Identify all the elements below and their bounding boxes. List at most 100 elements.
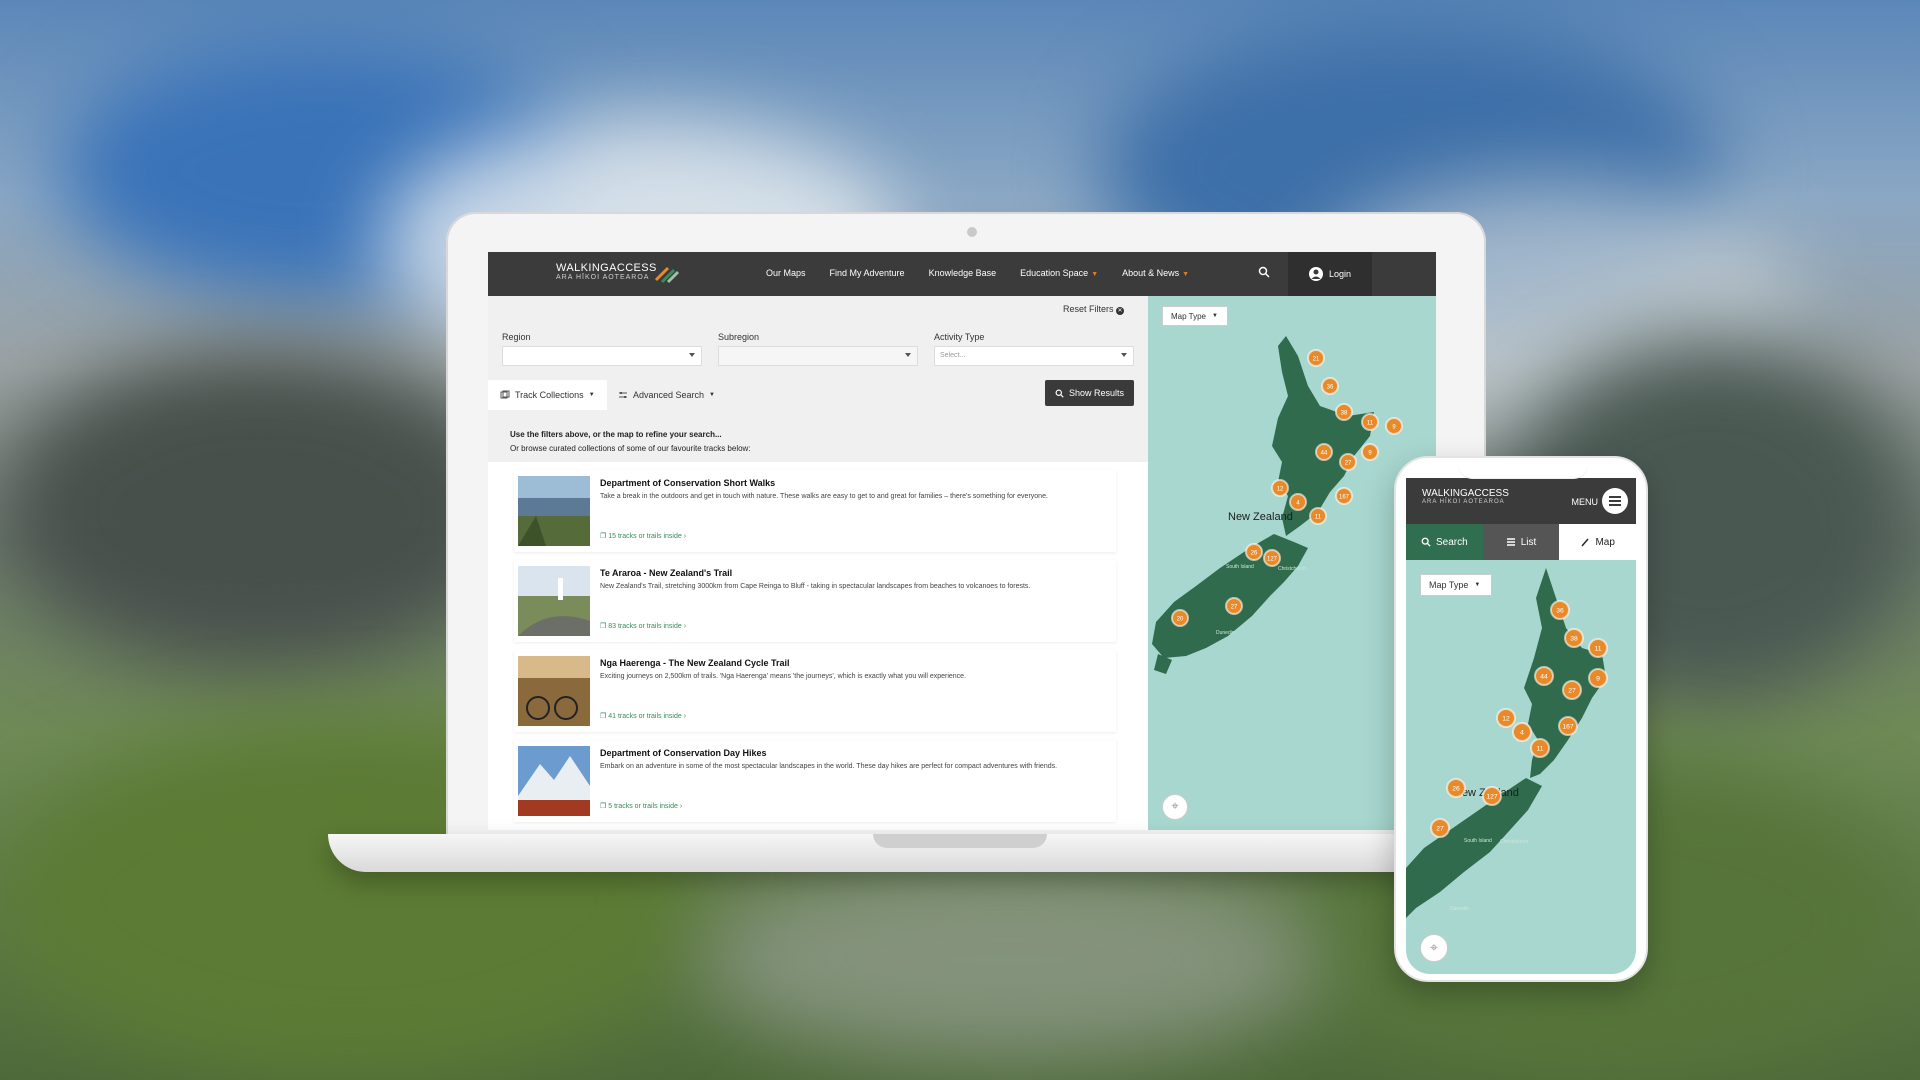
locate-icon[interactable]: ⌖ (1162, 794, 1188, 820)
cluster-count: 4 (1520, 730, 1524, 737)
cluster-count: 38 (1570, 636, 1578, 643)
island-label: South Island (1464, 838, 1492, 844)
tab-advanced-search[interactable]: Advanced Search ▼ (606, 380, 727, 410)
collection-description: New Zealand's Trail, stretching 3000km f… (600, 583, 1031, 590)
phone-notch (1458, 458, 1588, 478)
region-select[interactable] (502, 346, 702, 366)
search-icon (1055, 389, 1064, 398)
nav-find-my-adventure[interactable]: Find My Adventure (830, 268, 905, 278)
cluster-count: 9 (1596, 676, 1600, 683)
collection-link[interactable]: ❐ 15 tracks or trails inside › (600, 532, 686, 540)
intro-text: Use the filters above, or the map to ref… (510, 428, 751, 456)
collection-description: Embark on an adventure in some of the mo… (600, 763, 1058, 770)
subregion-label: Subregion (718, 332, 760, 342)
collection-icon: ❐ (600, 623, 609, 630)
activity-type-select[interactable]: Select... (934, 346, 1134, 366)
subregion-select[interactable] (718, 346, 918, 366)
cluster-count: 11 (1536, 746, 1543, 753)
collection-card[interactable]: Te Araroa - New Zealand's Trail New Zeal… (514, 560, 1116, 642)
menu-label[interactable]: MENU (1572, 497, 1599, 507)
nav-about-news[interactable]: About & News ▼ (1122, 268, 1189, 278)
city-label: Dunedin (1216, 630, 1235, 636)
map-type-select[interactable]: Map Type ▼ (1420, 574, 1492, 596)
reset-filters-button[interactable]: Reset Filters ✕ (1063, 304, 1124, 315)
south-island-shape (1406, 778, 1542, 918)
collection-link[interactable]: ❐ 41 tracks or trails inside › (600, 712, 686, 720)
collection-icon: ❐ (600, 713, 609, 720)
collection-link[interactable]: ❐ 5 tracks or trails inside › (600, 802, 682, 810)
tab-list[interactable]: List (1482, 524, 1560, 560)
login-label: Login (1328, 269, 1352, 279)
tab-map[interactable]: Map (1559, 524, 1636, 560)
search-tabs: Track Collections ▼ Advanced Search ▼ Show… (488, 380, 1148, 416)
cluster-count: 44 (1540, 674, 1548, 681)
cluster-count: 36 (1556, 608, 1564, 615)
tab-search[interactable]: Search (1406, 524, 1483, 560)
brand-name: WALKINGACCESS (1422, 488, 1509, 499)
cluster-count: 21 (1313, 357, 1320, 363)
map-pin-icon (1581, 538, 1589, 547)
login-button[interactable]: Login (1288, 252, 1372, 296)
brand-subtitle: ARA HĪKOI AOTEAROA (1422, 499, 1505, 505)
collection-icon: ❐ (600, 533, 609, 540)
city-label: Dunedin (1450, 906, 1469, 912)
collection-thumbnail (518, 656, 590, 726)
laptop-notch (873, 834, 1047, 848)
tab-track-collections[interactable]: Track Collections ▼ (488, 380, 607, 410)
cluster-count: 44 (1321, 451, 1328, 457)
cluster-count: 26 (1251, 551, 1258, 557)
nz-map: New Zealand South Island Christchurch Du… (1152, 336, 1403, 674)
phone-brand-logo[interactable]: WALKINGACCESS ARA HĪKOI AOTEAROA (1422, 488, 1509, 505)
nav-education-space[interactable]: Education Space ▼ (1020, 268, 1098, 278)
search-panel: Reset Filters ✕ Region Subregion Activit… (488, 296, 1148, 830)
search-icon (1421, 537, 1431, 547)
brand-mark-icon (654, 266, 680, 284)
map-view[interactable]: New Zealand South Island Christchurch Du… (1148, 296, 1436, 830)
cluster-count: 167 (1562, 724, 1574, 731)
map-type-select[interactable]: Map Type ▼ (1162, 306, 1228, 326)
cluster-count: 127 (1267, 557, 1278, 563)
brand-logo[interactable]: WALKINGACCESS ARA HĪKOI AOTEAROA (556, 262, 657, 281)
caret-down-icon: ▼ (1182, 271, 1190, 278)
collection-card[interactable]: Department of Conservation Day Hikes Emb… (514, 740, 1116, 822)
cluster-count: 12 (1502, 716, 1510, 723)
top-nav: WALKINGACCESS ARA HĪKOI AOTEAROA Our Map… (488, 252, 1436, 296)
brand-name: WALKINGACCESS (556, 262, 657, 274)
cluster-count: 27 (1436, 826, 1444, 833)
country-label: New Zealand (1228, 511, 1293, 523)
nav-knowledge-base[interactable]: Knowledge Base (929, 268, 997, 278)
collection-description: Exciting journeys on 2,500km of trails. … (600, 673, 967, 680)
phone-frame: New Zealand South Island Christchurch Du… (1394, 456, 1648, 982)
cluster-count: 167 (1339, 495, 1350, 501)
intro-line-2: Or browse curated collections of some of… (510, 444, 751, 453)
cluster-count: 12 (1277, 487, 1284, 493)
collection-description: Take a break in the outdoors and get in … (600, 493, 1048, 500)
activity-placeholder: Select... (940, 352, 966, 359)
show-results-button[interactable]: Show Results (1044, 380, 1134, 406)
collection-link[interactable]: ❐ 83 tracks or trails inside › (600, 622, 686, 630)
locate-icon[interactable]: ⌖ (1420, 934, 1448, 962)
phone-tabs: Search List Map (1406, 524, 1636, 560)
sliders-icon (619, 392, 627, 398)
south-island-shape (1152, 534, 1308, 658)
cluster-count: 27 (1231, 605, 1238, 611)
collection-card[interactable]: Department of Conservation Short Walks T… (514, 470, 1116, 552)
collection-card[interactable]: Nga Haerenga - The New Zealand Cycle Tra… (514, 650, 1116, 732)
laptop-screen: WALKINGACCESS ARA HĪKOI AOTEAROA Our Map… (488, 252, 1436, 830)
search-icon[interactable] (1258, 266, 1270, 278)
caret-down-icon: ▼ (1091, 271, 1099, 278)
cluster-count: 11 (1315, 515, 1322, 521)
cluster-count: 11 (1594, 646, 1601, 653)
nav-our-maps[interactable]: Our Maps (766, 268, 806, 278)
phone-screen: New Zealand South Island Christchurch Du… (1406, 478, 1636, 974)
cluster-count: 11 (1367, 421, 1374, 427)
cluster-count: 27 (1568, 688, 1576, 695)
collection-title: Department of Conservation Short Walks (600, 478, 776, 488)
intro-line-1: Use the filters above, or the map to ref… (510, 430, 722, 439)
island-label: South Island (1226, 564, 1254, 570)
region-label: Region (502, 332, 531, 342)
hamburger-icon[interactable] (1602, 488, 1628, 514)
caret-down-icon (905, 353, 911, 357)
cluster-count: 20 (1177, 617, 1184, 623)
cluster-count: 36 (1327, 385, 1334, 391)
